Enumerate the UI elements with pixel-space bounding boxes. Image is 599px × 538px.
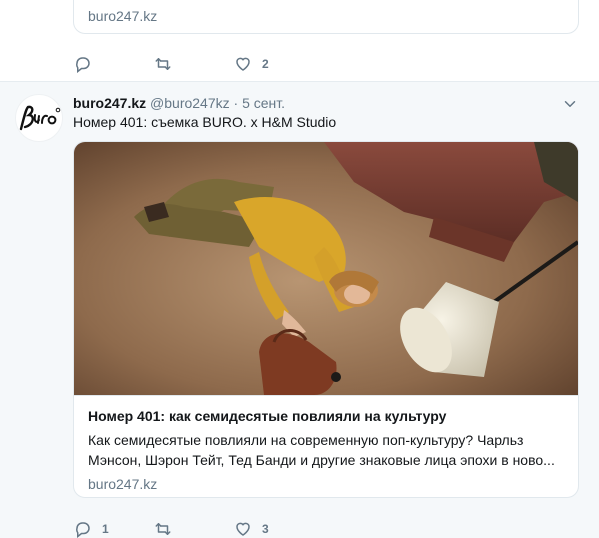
like-count: 3 [262,522,269,536]
reply-icon [76,522,90,538]
retweet-icon [155,523,171,535]
display-name[interactable]: buro247.kz [73,95,146,111]
card-body: Номер 401: как семидесятые повлияли на к… [74,395,578,497]
tweet-actions: 1 3 [74,519,314,538]
previous-link-card[interactable]: buro247.kz [73,0,579,34]
reply-icon [76,57,90,73]
reply-count: 1 [102,522,109,536]
like-count: 2 [262,57,269,71]
user-handle[interactable]: @buro247kz [150,95,230,111]
card-title: Номер 401: как семидесятые повлияли на к… [88,408,447,424]
tweet-date[interactable]: 5 сент. [242,95,285,111]
reply-button[interactable] [74,54,154,74]
card-image [74,142,578,395]
tweet[interactable]: buro247.kz @buro247kz · 5 сент. Номер 40… [0,82,599,538]
tweet-text: Номер 401: съемка BURO. x H&M Studio [73,114,337,130]
retweet-icon [155,58,171,70]
reply-button[interactable]: 1 [74,519,154,538]
previous-tweet-actions: 2 [74,54,314,74]
card-domain: buro247.kz [88,476,158,492]
tweet-header: buro247.kz @buro247kz · 5 сент. [73,94,285,112]
card-description: Как семидесятые повлияли на современную … [88,432,555,468]
like-button[interactable]: 3 [234,519,314,538]
link-card[interactable]: Номер 401: как семидесятые повлияли на к… [73,141,579,498]
heart-icon [236,57,250,71]
avatar[interactable] [15,94,63,142]
retweet-button[interactable] [154,54,234,74]
separator-dot: · [233,95,239,111]
heart-icon [236,522,250,536]
retweet-button[interactable] [154,519,234,538]
like-button[interactable]: 2 [234,54,314,74]
buro-logo [19,105,61,131]
chevron-down-icon[interactable] [561,95,579,113]
previous-card-domain: buro247.kz [88,8,158,24]
